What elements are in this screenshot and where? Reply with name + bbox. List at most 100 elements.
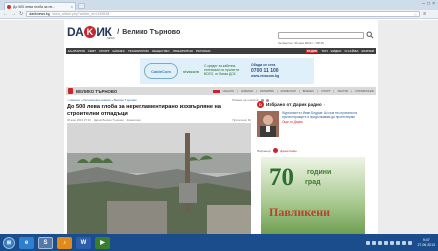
- partner-logo-icon: [273, 148, 279, 153]
- taskbar-app-icon[interactable]: W: [76, 236, 91, 249]
- city-link[interactable]: Начало: [223, 89, 234, 93]
- url-path: /view_article.php?article_id=1159538: [51, 12, 110, 16]
- new-tab-button[interactable]: [78, 3, 85, 9]
- nav-right-item[interactable]: Всички: [362, 49, 374, 53]
- partner-line: Партньор: Дарик Кафе: [257, 148, 297, 153]
- maximize-icon[interactable]: □: [427, 1, 430, 7]
- city-link[interactable]: Справочник: [355, 89, 374, 93]
- logo-k-icon: K: [83, 26, 96, 38]
- tray-icon[interactable]: [390, 240, 395, 245]
- pick-text: Журналистът Иван Бедров: Аз съм на стран…: [282, 111, 375, 141]
- pick-headline: Журналистът Иван Бедров: Аз съм на стран…: [282, 111, 358, 119]
- city-bar: ВЕЛИКО ТЪРНОВО Начало | Новини | Интервю | Ком…: [66, 87, 376, 95]
- nav-item[interactable]: Любопитно: [173, 49, 193, 53]
- city-link-sep: |: [298, 89, 300, 93]
- ad-site: www.vivacom.bg: [251, 74, 280, 79]
- crumb-regions[interactable]: Регионални новини: [83, 98, 110, 102]
- city-link[interactable]: Театър: [337, 89, 348, 93]
- city-link-sep: |: [317, 89, 318, 93]
- system-tray: 9:47 27.06.2013: [366, 238, 435, 247]
- pick-thumbnail: [257, 111, 279, 137]
- back-arrow-icon[interactable]: ←: [3, 11, 8, 17]
- main-navigation: България Свят Спорт Бизнес Технологии Обществ…: [66, 48, 376, 54]
- minimize-icon[interactable]: –: [422, 1, 425, 7]
- browser-toolbar: ← → ↻ dariknews.bg /view_article.php?art…: [0, 10, 438, 19]
- nav-item[interactable]: Спорт: [99, 49, 109, 53]
- taskbar-app-icon[interactable]: ♪: [57, 236, 72, 249]
- page-content: DA K ИК NEWS / Велико Търново Четвъртък,…: [64, 20, 378, 234]
- tray-icon[interactable]: [378, 240, 383, 245]
- tray-icon[interactable]: [366, 240, 371, 245]
- city-link-sep: |: [237, 89, 238, 93]
- breadcrumb: ⌂ Начало » Регионални новини » Велико Тъ…: [67, 98, 137, 102]
- forward-arrow-icon[interactable]: →: [11, 11, 16, 17]
- nav-item[interactable]: България: [68, 49, 85, 53]
- sidebar-header: D Избрано от Дарик радио ›: [257, 101, 325, 108]
- windows-taskbar: ⊞ e S ♪ W ▶ 9:47 27.06.2013: [0, 234, 438, 251]
- city-link[interactable]: Новини: [241, 89, 253, 93]
- taskbar-app-icon[interactable]: S: [38, 236, 53, 249]
- chevron-right-icon[interactable]: ›: [324, 102, 325, 107]
- nav-item[interactable]: Свят: [88, 49, 96, 53]
- taskbar-app-icon[interactable]: e: [19, 236, 34, 249]
- nav-right-item[interactable]: Топ: [321, 49, 327, 53]
- nav-right-item[interactable]: Видео: [331, 49, 342, 53]
- tray-icon[interactable]: [372, 240, 377, 245]
- browser-tab[interactable]: До 500 лева глоба за не... ×: [4, 2, 76, 10]
- search-input[interactable]: [278, 32, 364, 39]
- clock-date: 27.06.2013: [417, 242, 435, 247]
- article-author[interactable]: Дарик Велико Търново: [94, 118, 124, 122]
- wrench-menu-icon[interactable]: ≡: [423, 11, 426, 17]
- logo-left: DA: [67, 25, 84, 39]
- tray-icon[interactable]: [408, 240, 413, 245]
- tray-icon[interactable]: [402, 240, 407, 245]
- font-size-label: Размер на шрифта:: [232, 98, 260, 102]
- logo-slash: /: [117, 28, 120, 36]
- partner-name[interactable]: Дарик Кафе: [280, 149, 297, 153]
- tray-icon[interactable]: [396, 240, 401, 245]
- dateline: Четвъртък, 30 юни 2013 г. / 08:15: [278, 41, 324, 45]
- nav-item[interactable]: Бизнес: [112, 49, 125, 53]
- favicon-icon: [7, 4, 11, 9]
- city-link-sep: |: [276, 89, 278, 93]
- city-link[interactable]: Коментар: [281, 89, 296, 93]
- search-icon[interactable]: [366, 31, 374, 39]
- crumb-home[interactable]: Начало: [70, 98, 80, 102]
- article-comments[interactable]: Коментари: [127, 118, 141, 122]
- article-photo: [67, 123, 251, 234]
- tray-icon[interactable]: [384, 240, 389, 245]
- close-window-icon[interactable]: ×: [432, 1, 435, 7]
- address-bar[interactable]: dariknews.bg /view_article.php?article_i…: [26, 11, 421, 17]
- sidebar-pick[interactable]: Журналистът Иван Бедров: Аз съм на стран…: [257, 111, 375, 141]
- crumb-city[interactable]: Велико Търново: [114, 98, 137, 102]
- banner-city-label: град: [305, 179, 321, 186]
- reload-icon[interactable]: ↻: [19, 11, 23, 17]
- sidebar-title: Избрано от Дарик радио: [266, 102, 322, 107]
- anniversary-banner[interactable]: 70 години град Павликени: [261, 157, 365, 234]
- nav-item[interactable]: Региони: [196, 49, 211, 53]
- ad-banner[interactable]: CableCom vivacom С кредит за кабелна тел…: [140, 58, 314, 84]
- city-link[interactable]: Интервю: [260, 89, 274, 93]
- taskbar-app-icon[interactable]: ▶: [95, 236, 110, 249]
- pick-more-link[interactable]: Още от Дарик: [282, 120, 375, 124]
- partner-label: Партньор:: [257, 148, 272, 153]
- banner-years: години: [307, 169, 332, 176]
- nav-item[interactable]: Общество: [152, 49, 170, 53]
- article-meta: 30 юни 2013 07:31 Дарик Велико Търново К…: [67, 118, 251, 122]
- tab-close-icon[interactable]: ×: [71, 4, 73, 9]
- site-logo[interactable]: DA K ИК NEWS / Велико Търново: [67, 25, 181, 40]
- url-domain: dariknews.bg: [29, 12, 50, 16]
- start-button[interactable]: ⊞: [3, 236, 15, 249]
- ad-text: С кредит за кабелна телевизия по пролетт…: [204, 64, 239, 76]
- city-link[interactable]: Спорт: [321, 89, 331, 93]
- city-link-sep: |: [255, 89, 257, 93]
- city-link[interactable]: Бизнес: [303, 89, 314, 93]
- nav-right-item[interactable]: Я сайфа: [344, 49, 358, 53]
- city-link-sep: |: [333, 89, 335, 93]
- nav-item[interactable]: Технологии: [128, 49, 149, 53]
- taskbar-clock[interactable]: 9:47 27.06.2013: [417, 238, 435, 247]
- site-city: Велико Търново: [122, 28, 181, 36]
- bookmark-star-icon[interactable]: ☆: [414, 12, 418, 17]
- nav-right-item[interactable]: Радио: [305, 49, 319, 53]
- banner-city-name: Павликени: [269, 205, 331, 219]
